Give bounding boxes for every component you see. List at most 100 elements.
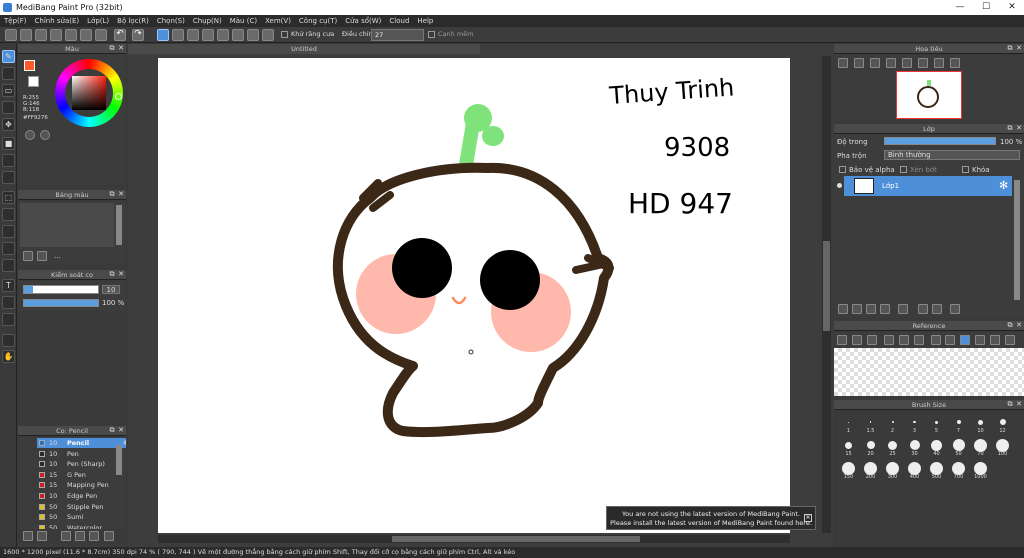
menu-layer[interactable]: Lớp(L) xyxy=(83,17,113,25)
grid-icon[interactable] xyxy=(172,29,184,41)
float-icon[interactable]: ⧉ xyxy=(108,270,116,279)
reference-open-icon[interactable] xyxy=(852,335,862,345)
reference-dropper-icon[interactable] xyxy=(931,335,941,345)
brush-size-cell[interactable]: 700 xyxy=(948,459,969,480)
reference-flip-icon[interactable] xyxy=(1005,335,1015,345)
palette-scrollbar[interactable] xyxy=(116,205,122,245)
add-palette-icon[interactable] xyxy=(23,251,33,261)
parallel-icon[interactable] xyxy=(217,29,229,41)
menu-view[interactable]: Xem(V) xyxy=(261,17,295,25)
cloud-icon[interactable] xyxy=(5,29,17,41)
menu-help[interactable]: Help xyxy=(413,17,437,25)
reference-fit-icon[interactable] xyxy=(899,335,909,345)
palette-area[interactable] xyxy=(20,203,114,247)
notification-close-icon[interactable]: ✕ xyxy=(804,514,812,522)
brush-list-item[interactable]: 15 G Pen xyxy=(37,470,126,480)
redo-icon[interactable]: ↷ xyxy=(132,29,144,41)
canvas-horizontal-scrollbar[interactable] xyxy=(158,535,790,543)
reference-reset-icon[interactable] xyxy=(990,335,1000,345)
brush-size-cell[interactable]: 150 xyxy=(838,459,859,480)
brush-size-cell[interactable]: 15 xyxy=(838,436,859,457)
brush-size-cell[interactable]: 400 xyxy=(904,459,925,480)
layer-menu-icon[interactable] xyxy=(880,304,890,314)
delete-palette-icon[interactable] xyxy=(37,251,47,261)
select-pen-icon[interactable] xyxy=(2,242,15,255)
lasso-icon[interactable] xyxy=(2,208,15,221)
menu-edit[interactable]: Chỉnh sửa(E) xyxy=(31,17,84,25)
panel-close-icon[interactable]: ✕ xyxy=(117,190,125,199)
layer-copy-icon[interactable] xyxy=(918,304,928,314)
brush-settings-gear-icon[interactable]: ✻ xyxy=(123,438,126,448)
rotate-reset-icon[interactable] xyxy=(918,58,928,68)
layer-folder-icon[interactable] xyxy=(898,304,908,314)
brush-size-cell[interactable]: 2 xyxy=(882,413,903,434)
brush-size-cell[interactable]: 12 xyxy=(992,413,1013,434)
layer-settings-icon[interactable]: ✻ xyxy=(999,179,1008,192)
saturation-square[interactable] xyxy=(72,76,106,110)
brush-size-cell[interactable]: 3 xyxy=(904,413,925,434)
reference-zoom-out-icon[interactable] xyxy=(914,335,924,345)
info-icon[interactable] xyxy=(95,29,107,41)
eraser-icon[interactable] xyxy=(2,67,15,80)
menu-tools[interactable]: Công cụ(T) xyxy=(295,17,341,25)
float-icon[interactable]: ⧉ xyxy=(1006,44,1014,53)
brush-size-cell[interactable]: 70 xyxy=(970,436,991,457)
brush-list-item[interactable]: 10 Pen xyxy=(37,449,126,459)
pen-tool-icon[interactable]: ✎ xyxy=(2,50,15,63)
adjust-select[interactable]: 27 xyxy=(371,29,424,41)
float-icon[interactable]: ⧉ xyxy=(108,190,116,199)
brush-size-cell[interactable]: 200 xyxy=(860,459,881,480)
magic-wand-icon[interactable] xyxy=(2,225,15,238)
float-icon[interactable]: ⧉ xyxy=(108,44,116,53)
brush-size-cell[interactable]: 5 xyxy=(926,413,947,434)
brush-import-icon[interactable] xyxy=(89,531,99,541)
soft-edge-checkbox[interactable] xyxy=(428,31,435,38)
brush-list-item[interactable]: 10 Edge Pen xyxy=(37,491,126,501)
reference-pen-icon[interactable] xyxy=(945,335,955,345)
float-icon[interactable]: ⧉ xyxy=(1006,124,1014,133)
size-value[interactable]: 10 xyxy=(102,285,120,294)
color-mode-2-icon[interactable] xyxy=(40,130,50,140)
folder-icon[interactable] xyxy=(35,29,47,41)
panel-close-icon[interactable]: ✕ xyxy=(1015,44,1023,53)
minimize-button[interactable]: — xyxy=(946,0,974,15)
brush-size-cell[interactable]: 10 xyxy=(970,413,991,434)
size-slider[interactable] xyxy=(23,285,99,294)
reference-hand-icon[interactable] xyxy=(960,335,970,345)
brush-delete-icon[interactable] xyxy=(104,531,114,541)
canvas-tab[interactable]: Untitled xyxy=(128,44,480,54)
menu-filter[interactable]: Bộ lọc(R) xyxy=(113,17,153,25)
stroke-icon[interactable] xyxy=(157,29,169,41)
divide-icon[interactable] xyxy=(2,313,15,326)
zoom-in-icon[interactable] xyxy=(838,58,848,68)
brush-size-cell[interactable]: 50 xyxy=(948,436,969,457)
menu-cloud[interactable]: Cloud xyxy=(385,17,413,25)
antialias-checkbox[interactable] xyxy=(281,31,288,38)
palette-more[interactable]: … xyxy=(54,252,61,260)
text-icon[interactable]: T xyxy=(2,279,15,292)
navigator-preview[interactable] xyxy=(896,71,962,119)
protect-alpha-checkbox[interactable] xyxy=(839,166,846,173)
circle-ruler-icon[interactable] xyxy=(232,29,244,41)
float-icon[interactable]: ⧉ xyxy=(108,426,116,435)
brush-size-cell[interactable]: 100 xyxy=(992,436,1013,457)
canvas-vertical-scrollbar[interactable] xyxy=(822,56,831,533)
zoom-out-icon[interactable] xyxy=(854,58,864,68)
brush-list-item[interactable]: 50 Stipple Pen xyxy=(37,502,126,512)
cloud-save-icon[interactable] xyxy=(65,29,77,41)
rotate-left-icon[interactable] xyxy=(902,58,912,68)
layers-scrollbar[interactable] xyxy=(1014,180,1020,300)
brush-size-cell[interactable]: 40 xyxy=(926,436,947,457)
fit-icon[interactable] xyxy=(870,58,880,68)
layer-merge-icon[interactable] xyxy=(932,304,942,314)
color-mode-icon[interactable] xyxy=(25,130,35,140)
drawing-canvas[interactable]: Thuy Trinh 9308 HD 947 xyxy=(158,58,790,533)
new-halftone-layer-icon[interactable] xyxy=(852,304,862,314)
bucket-icon[interactable] xyxy=(2,154,15,167)
clipping-checkbox[interactable] xyxy=(900,166,907,173)
brush-size-cell[interactable]: 20 xyxy=(860,436,881,457)
gradient-icon[interactable] xyxy=(2,171,15,184)
flip-icon[interactable] xyxy=(950,58,960,68)
new-file-icon[interactable] xyxy=(20,29,32,41)
menu-window[interactable]: Cửa sổ(W) xyxy=(341,17,385,25)
